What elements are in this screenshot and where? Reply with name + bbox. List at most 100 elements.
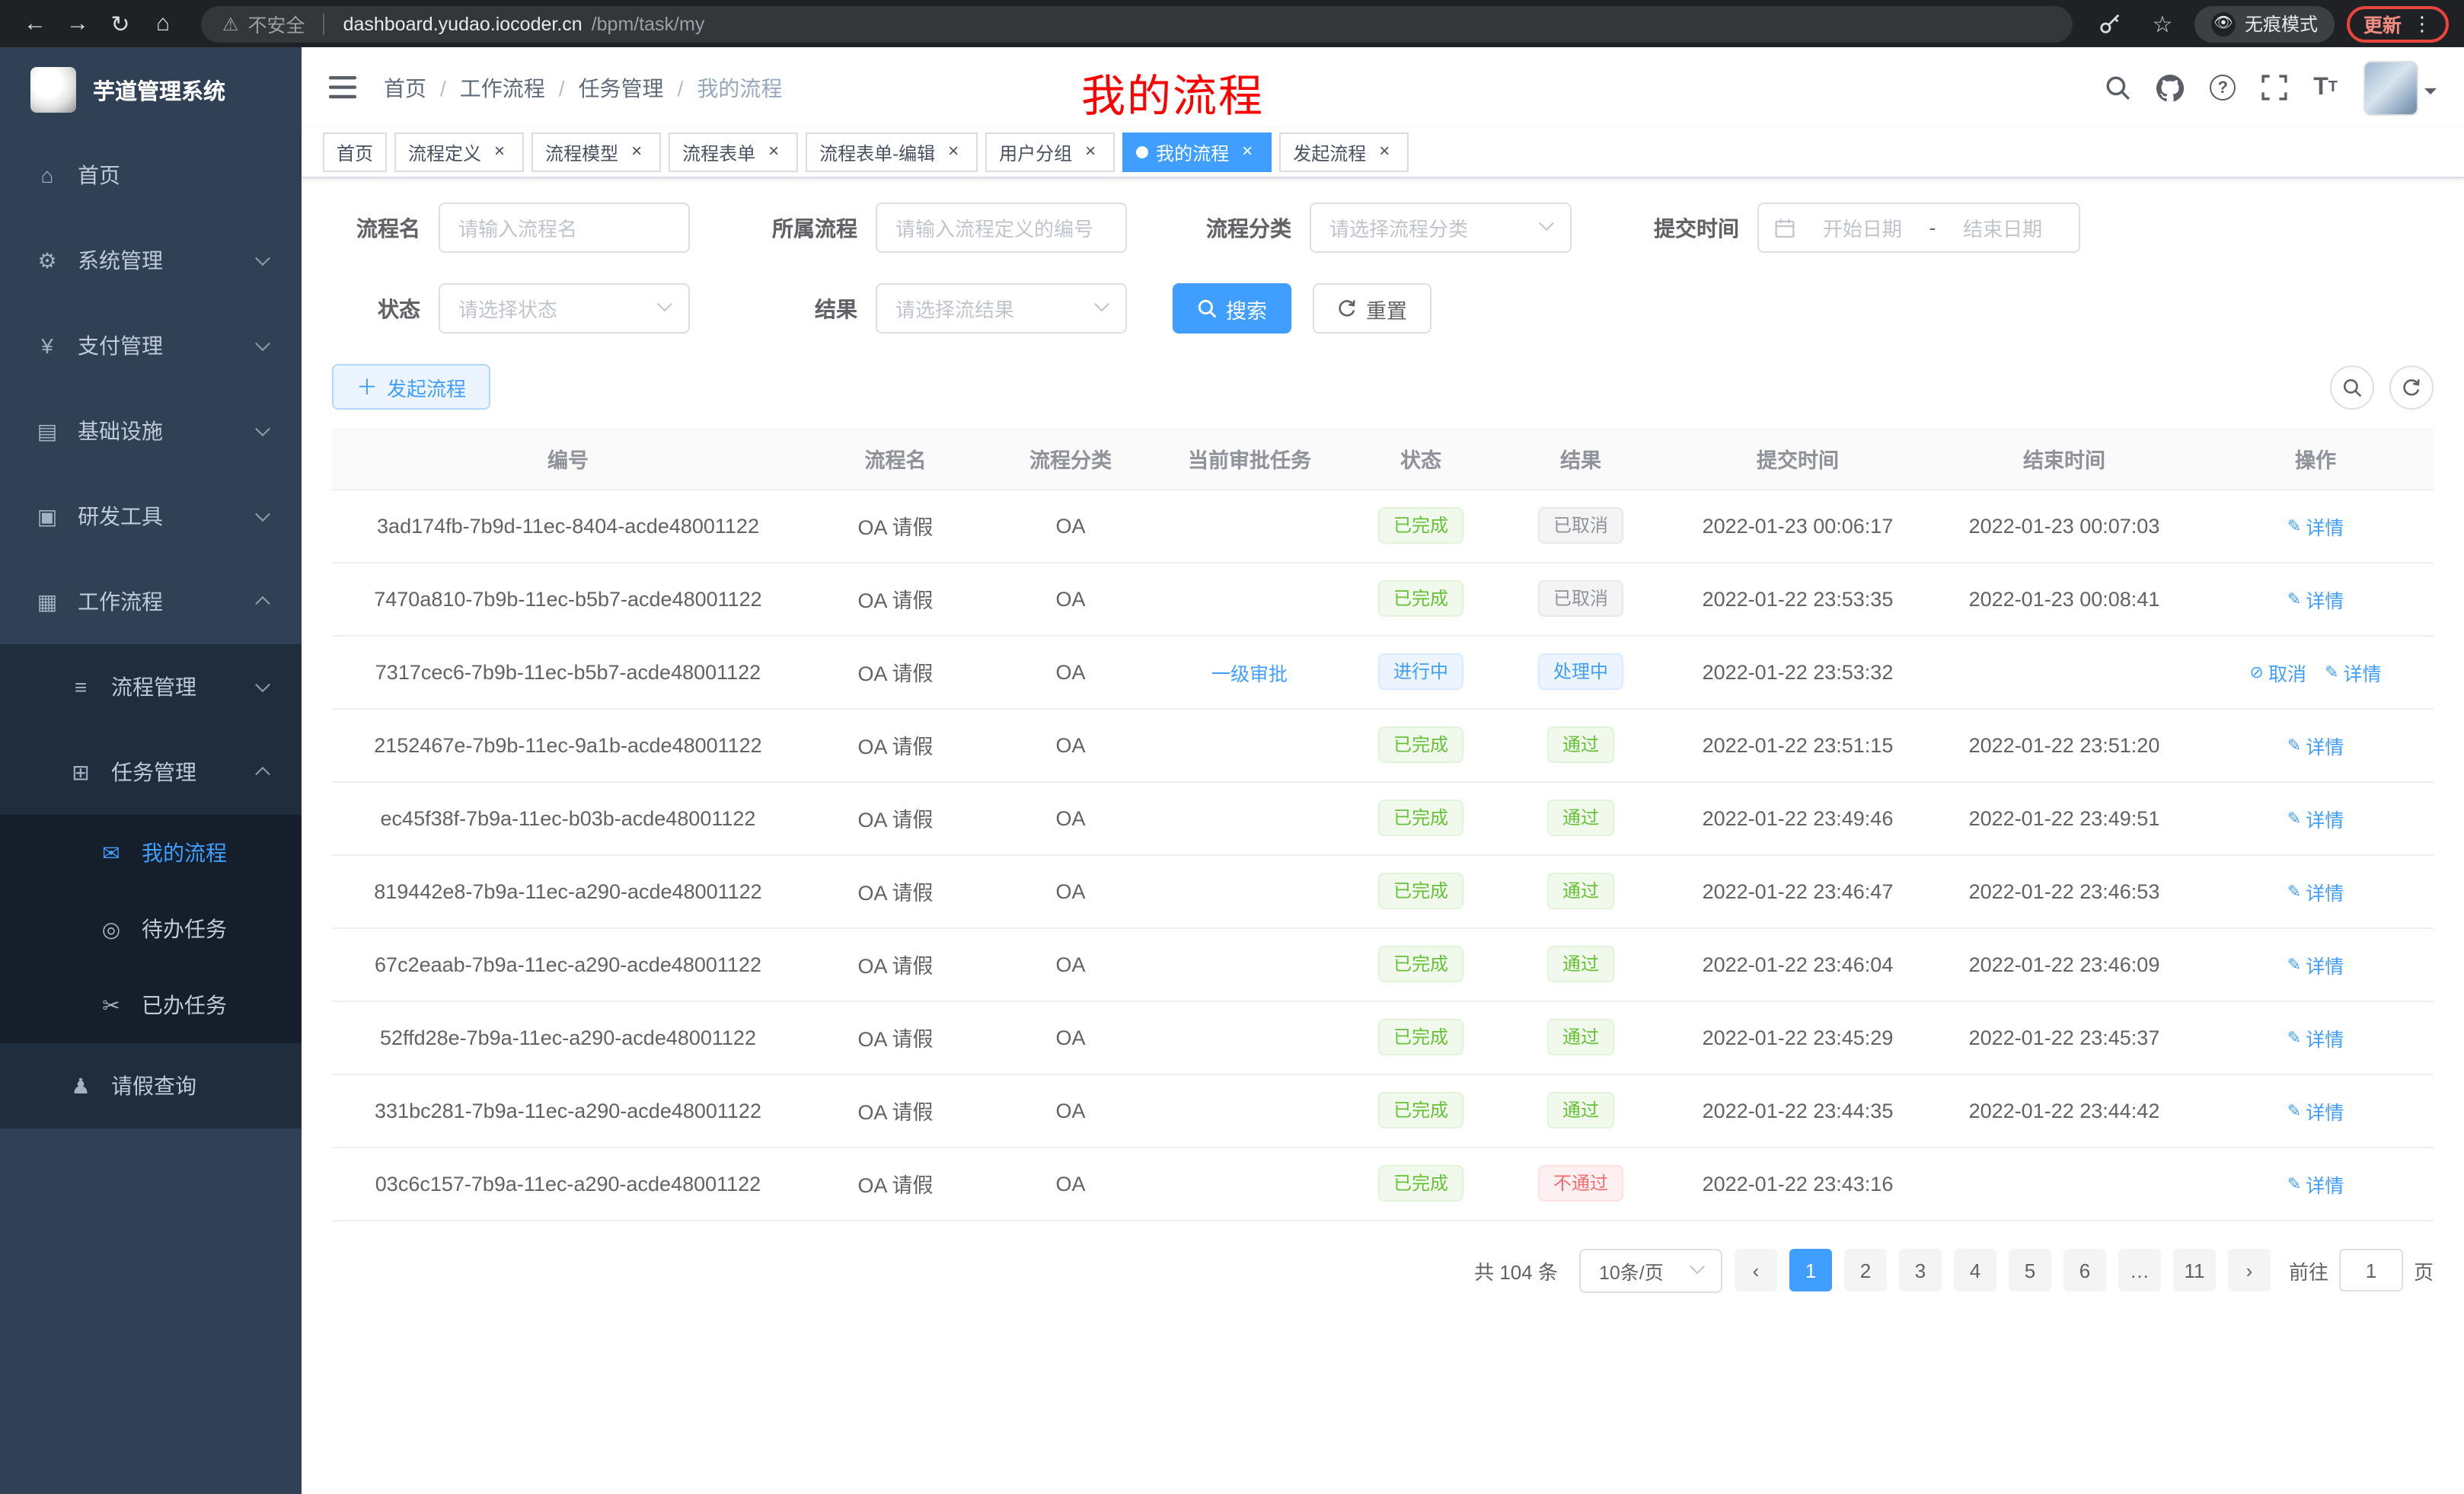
tab-close-icon[interactable]: ×	[763, 142, 784, 163]
address-bar[interactable]: ⚠ 不安全 dashboard.yudao.iocoder.cn/bpm/tas…	[201, 5, 2073, 42]
menu-kebab-icon[interactable]: ⋮	[2412, 11, 2432, 36]
sidebar-item-dev-tools[interactable]: ▣研发工具	[0, 474, 302, 559]
cell-id: 67c2eaab-7b9a-11ec-a290-acde48001122	[332, 927, 804, 1001]
sidebar-item-infrastructure[interactable]: ▤基础设施	[0, 388, 302, 474]
home-nav-icon[interactable]: ⌂	[143, 4, 183, 43]
tab-start-process[interactable]: 发起流程×	[1279, 132, 1409, 172]
page-button-11[interactable]: 11	[2173, 1249, 2216, 1291]
app-logo[interactable]: 芋道管理系统	[0, 47, 302, 132]
result-select[interactable]: 请选择流结果	[876, 283, 1127, 334]
detail-action[interactable]: ✎详情	[2287, 730, 2344, 759]
sidebar-item-workflow[interactable]: ▦工作流程	[0, 559, 302, 644]
page-button-3[interactable]: 3	[1899, 1249, 1942, 1291]
sidebar-item-leave-query[interactable]: ♟请假查询	[0, 1043, 302, 1128]
breadcrumb-item[interactable]: 任务管理	[579, 72, 664, 103]
tab-home[interactable]: 首页	[323, 132, 387, 172]
github-icon[interactable]	[2156, 74, 2184, 101]
page-button-5[interactable]: 5	[2009, 1249, 2051, 1291]
cell-id: 3ad174fb-7b9d-11ec-8404-acde48001122	[332, 489, 804, 562]
detail-action[interactable]: ✎详情	[2287, 803, 2344, 832]
page-button-1[interactable]: 1	[1789, 1249, 1832, 1291]
update-button[interactable]: 更新 ⋮	[2347, 5, 2449, 42]
sidebar-item-task-mgmt[interactable]: ⊞任务管理	[0, 729, 302, 815]
reset-button-wrap: 重置	[1313, 283, 1431, 334]
fullscreen-icon[interactable]	[2261, 75, 2287, 101]
page-button-2[interactable]: 2	[1844, 1249, 1887, 1291]
key-icon[interactable]	[2091, 4, 2130, 43]
forward-icon[interactable]: →	[58, 4, 97, 43]
prev-page-button[interactable]: ‹	[1735, 1249, 1777, 1291]
user-menu[interactable]	[2363, 60, 2437, 115]
help-icon[interactable]: ?	[2210, 75, 2236, 101]
tab-my-process[interactable]: 我的流程×	[1122, 132, 1272, 172]
detail-action-label: 详情	[2306, 950, 2344, 978]
cancel-action-label: 取消	[2268, 657, 2306, 686]
sidebar-item-payment-mgmt[interactable]: ¥支付管理	[0, 303, 302, 388]
tab-close-icon[interactable]: ×	[1237, 142, 1258, 163]
toggle-search-button[interactable]	[2330, 365, 2374, 409]
goto-prefix: 前往	[2289, 1256, 2328, 1285]
sidebar-item-label: 首页	[78, 160, 120, 190]
tab-process-form[interactable]: 流程表单×	[669, 132, 798, 172]
column-header: 状态	[1345, 428, 1497, 489]
reset-button[interactable]: 重置	[1313, 283, 1431, 334]
column-header: 结果	[1497, 428, 1664, 489]
reset-button-label: 重置	[1366, 293, 1407, 324]
tab-process-form-edit[interactable]: 流程表单-编辑×	[806, 132, 978, 172]
tab-close-icon[interactable]: ×	[943, 142, 964, 163]
back-icon[interactable]: ←	[15, 4, 55, 43]
page-button-4[interactable]: 4	[1954, 1249, 1996, 1291]
detail-action[interactable]: ✎详情	[2287, 1023, 2344, 1052]
breadcrumb-item[interactable]: 首页	[384, 72, 426, 103]
hamburger-icon[interactable]	[329, 76, 356, 99]
cell-submit-time: 2022-01-22 23:51:15	[1664, 708, 1931, 781]
tab-process-model[interactable]: 流程模型×	[531, 132, 661, 172]
sidebar-item-system-mgmt[interactable]: ⚙系统管理	[0, 218, 302, 303]
sidebar-item-process-mgmt[interactable]: ≡流程管理	[0, 644, 302, 729]
cell-category: OA	[987, 562, 1154, 635]
detail-action[interactable]: ✎详情	[2287, 876, 2344, 905]
tab-close-icon[interactable]: ×	[489, 142, 510, 163]
detail-action[interactable]: ✎详情	[2325, 657, 2381, 686]
tab-user-group[interactable]: 用户分组×	[985, 132, 1115, 172]
avatar[interactable]	[2363, 60, 2418, 115]
process-name-input[interactable]: 请输入流程名	[439, 203, 690, 253]
create-process-button[interactable]: ＋ 发起流程	[332, 364, 490, 410]
detail-action[interactable]: ✎详情	[2287, 584, 2344, 613]
goto-page-input[interactable]	[2339, 1249, 2403, 1291]
next-page-button[interactable]: ›	[2228, 1249, 2271, 1291]
category-select[interactable]: 请选择流程分类	[1310, 203, 1572, 253]
breadcrumb-item[interactable]: 工作流程	[460, 72, 545, 103]
detail-action[interactable]: ✎详情	[2287, 1169, 2344, 1198]
sidebar-item-todo-tasks[interactable]: ◎待办任务	[0, 891, 302, 967]
tab-close-icon[interactable]: ×	[1374, 142, 1395, 163]
cell-end-time: 2022-01-22 23:45:37	[1931, 1001, 2197, 1074]
refresh-table-button[interactable]	[2389, 365, 2434, 409]
submit-time-range-picker[interactable]: 开始日期 - 结束日期	[1757, 203, 2080, 253]
reload-icon[interactable]: ↻	[101, 4, 140, 43]
status-select[interactable]: 请选择状态	[439, 283, 690, 334]
font-size-icon[interactable]: TT	[2313, 75, 2338, 100]
breadcrumb-separator: /	[559, 75, 565, 100]
tab-close-icon[interactable]: ×	[626, 142, 647, 163]
tab-process-definition[interactable]: 流程定义×	[394, 132, 524, 172]
workflow-icon: ▦	[34, 589, 61, 615]
more-pages-button[interactable]: …	[2118, 1249, 2161, 1291]
sidebar-item-home[interactable]: ⌂首页	[0, 132, 302, 218]
current-task-link[interactable]: 一级审批	[1211, 663, 1288, 685]
page-button-6[interactable]: 6	[2063, 1249, 2106, 1291]
search-button[interactable]: 搜索	[1173, 283, 1291, 334]
detail-action[interactable]: ✎详情	[2287, 950, 2344, 978]
search-icon[interactable]	[2105, 75, 2130, 101]
edit-icon: ✎	[2287, 1027, 2301, 1047]
bookmark-star-icon[interactable]: ☆	[2143, 4, 2182, 43]
sidebar-item-my-process[interactable]: ✉我的流程	[0, 815, 302, 891]
sidebar-item-done-tasks[interactable]: ✂已办任务	[0, 967, 302, 1043]
tab-close-icon[interactable]: ×	[1080, 142, 1101, 163]
parent-process-input[interactable]: 请输入流程定义的编号	[876, 203, 1127, 253]
detail-action[interactable]: ✎详情	[2287, 511, 2344, 540]
detail-action[interactable]: ✎详情	[2287, 1096, 2344, 1125]
submit-time-label: 提交时间	[1617, 212, 1757, 243]
cancel-action[interactable]: ⊘取消	[2250, 657, 2306, 686]
page-size-select[interactable]: 10条/页	[1579, 1248, 1722, 1292]
